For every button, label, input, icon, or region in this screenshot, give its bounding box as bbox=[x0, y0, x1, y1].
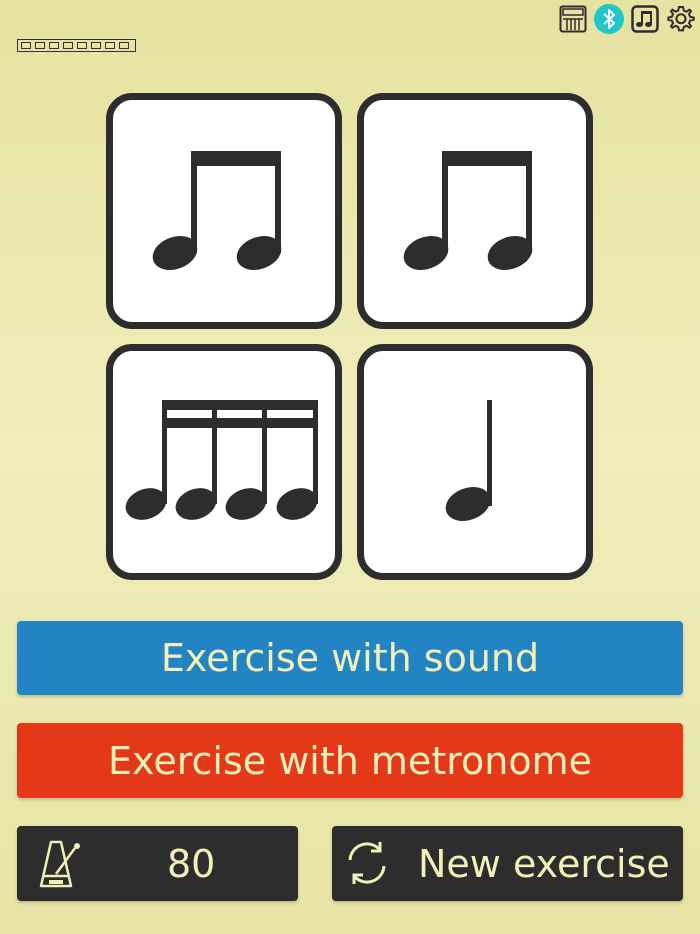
refresh-icon bbox=[348, 842, 386, 884]
progress-cell bbox=[91, 42, 101, 49]
sixteenth-notes-group-icon bbox=[125, 400, 318, 520]
tempo-button[interactable]: 80 bbox=[17, 826, 298, 901]
bluetooth-icon[interactable] bbox=[594, 4, 624, 34]
eighth-notes-pair-icon bbox=[152, 151, 282, 270]
rhythm-tile-4[interactable] bbox=[357, 344, 593, 580]
metronome-icon bbox=[39, 840, 80, 888]
progress-cell bbox=[105, 42, 115, 49]
eighth-notes-pair-icon bbox=[403, 151, 533, 270]
quarter-note-icon bbox=[445, 400, 492, 521]
music-notes-icon[interactable] bbox=[630, 4, 660, 34]
progress-cell bbox=[63, 42, 73, 49]
progress-cell bbox=[35, 42, 45, 49]
new-exercise-button[interactable]: New exercise bbox=[332, 826, 683, 901]
progress-cell bbox=[77, 42, 87, 49]
tempo-value: 80 bbox=[167, 841, 216, 886]
keyboard-icon[interactable] bbox=[558, 4, 588, 34]
rhythm-tile-2[interactable] bbox=[357, 93, 593, 329]
top-toolbar bbox=[558, 4, 696, 34]
progress-cell bbox=[49, 42, 59, 49]
exercise-with-sound-label: Exercise with sound bbox=[160, 636, 540, 680]
gear-icon[interactable] bbox=[666, 4, 696, 34]
exercise-with-metronome-label: Exercise with metronome bbox=[108, 738, 592, 783]
progress-indicator bbox=[17, 39, 136, 52]
new-exercise-label: New exercise bbox=[418, 841, 670, 886]
rhythm-tile-1[interactable] bbox=[106, 93, 342, 329]
rhythm-tile-3[interactable] bbox=[106, 344, 342, 580]
exercise-with-metronome-button[interactable]: Exercise with metronome bbox=[17, 723, 683, 798]
exercise-with-sound-button[interactable]: Exercise with sound bbox=[17, 621, 683, 695]
progress-cell bbox=[21, 42, 31, 49]
progress-cell bbox=[119, 42, 129, 49]
